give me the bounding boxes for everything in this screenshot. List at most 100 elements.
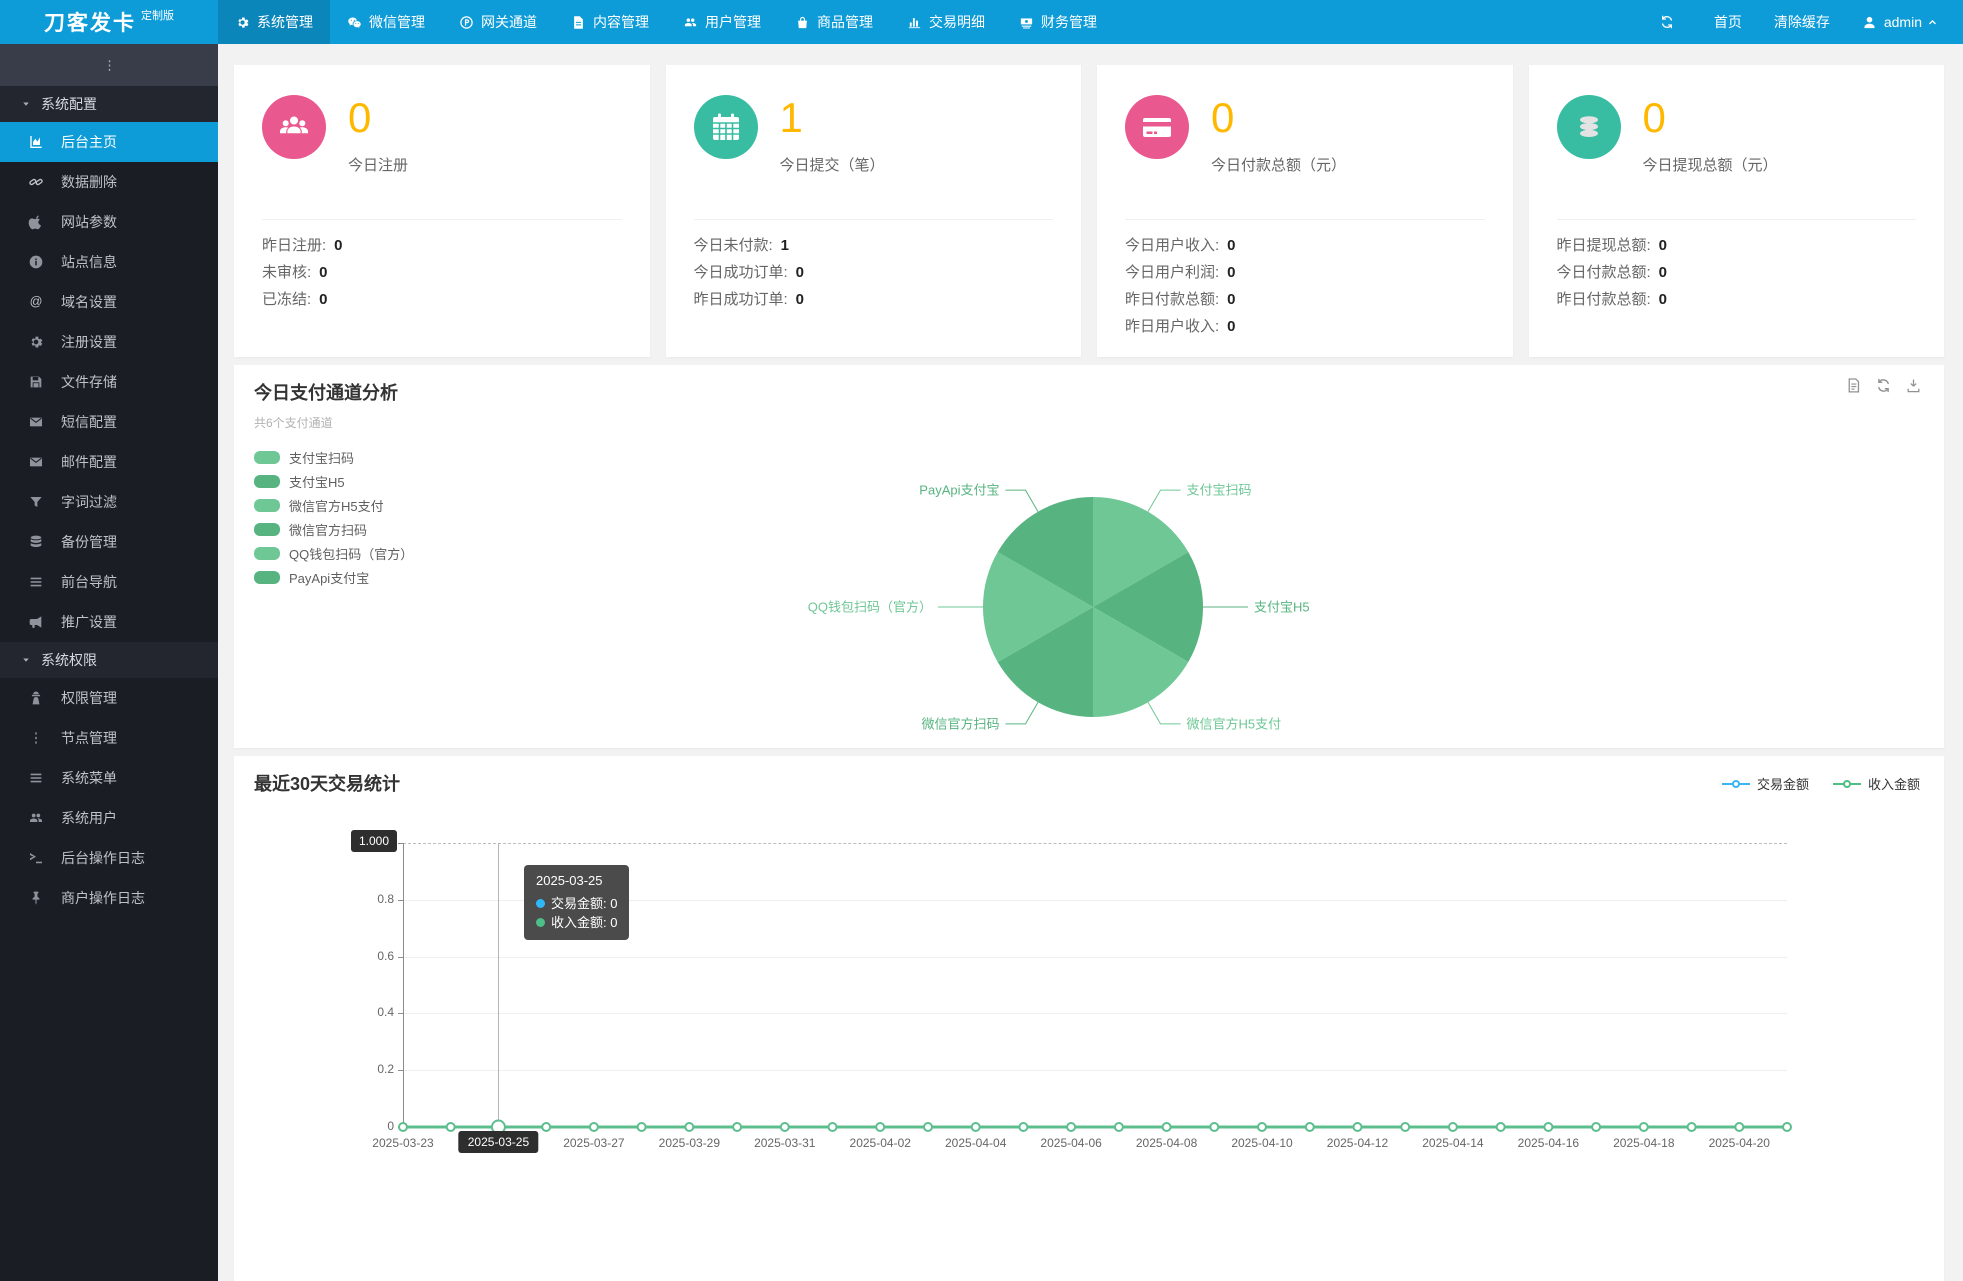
sidebar-item-system-menu[interactable]: 系统菜单 (0, 758, 218, 798)
stat-label: 今日提交（笔） (779, 157, 885, 174)
tab-finance[interactable]: 财务管理 (1002, 0, 1114, 44)
stat-label: 今日注册 (348, 157, 409, 174)
chart-tooltip: 2025-03-25 交易金额: 0 收入金额: 0 (524, 865, 630, 940)
data-point[interactable] (827, 1122, 838, 1132)
user-icon (1862, 15, 1877, 30)
data-point[interactable] (1018, 1122, 1029, 1132)
bars-icon (28, 770, 44, 786)
home-link[interactable]: 首页 (1698, 0, 1758, 44)
sidebar-item-node-management[interactable]: 节点管理 (0, 718, 218, 758)
sidebar-item-label: 后台主页 (61, 134, 117, 150)
stat-label: 今日提现总额（元） (1642, 157, 1778, 174)
sidebar-group-system-permission[interactable]: 系统权限 (0, 642, 218, 678)
data-point[interactable] (923, 1122, 933, 1132)
data-point[interactable] (875, 1122, 886, 1132)
data-point[interactable] (1161, 1122, 1172, 1132)
sidebar-item-backup-management[interactable]: 备份管理 (0, 522, 218, 562)
sidebar-group-system-config[interactable]: 系统配置 (0, 86, 218, 122)
data-view-icon[interactable] (1845, 377, 1862, 394)
sidebar-item-front-nav[interactable]: 前台导航 (0, 562, 218, 602)
clear-cache-button[interactable]: 清除缓存 (1758, 0, 1846, 44)
data-point[interactable] (541, 1122, 552, 1132)
sidebar-item-site-params[interactable]: 网站参数 (0, 202, 218, 242)
data-point[interactable] (1447, 1122, 1458, 1132)
refresh-button[interactable] (1643, 0, 1698, 44)
data-point[interactable] (1352, 1122, 1363, 1132)
sidebar-collapse-strip[interactable] (0, 44, 218, 86)
sidebar-item-merchant-operation-log[interactable]: 商户操作日志 (0, 878, 218, 918)
x-axis-label: 2025-04-10 (1231, 1136, 1293, 1150)
download-icon[interactable] (1905, 377, 1922, 394)
data-point[interactable] (445, 1122, 456, 1132)
sidebar-item-dashboard-home[interactable]: 后台主页 (0, 122, 218, 162)
trade-stats-panel: 最近30天交易统计 交易金额 收入金额 0.8 0.6 0.4 0.2 0 1.… (234, 756, 1944, 1281)
data-point[interactable] (1591, 1122, 1602, 1132)
panel-title: 最近30天交易统计 (254, 774, 401, 794)
panel-subtitle: 共6个支付通道 (254, 416, 333, 430)
refresh-icon[interactable] (1875, 377, 1892, 394)
data-point[interactable] (636, 1122, 647, 1132)
sidebar-item-site-info[interactable]: 站点信息 (0, 242, 218, 282)
data-point[interactable] (970, 1122, 981, 1132)
sidebar-item-sms-config[interactable]: 短信配置 (0, 402, 218, 442)
tab-wechat[interactable]: 微信管理 (330, 0, 442, 44)
data-point[interactable] (1400, 1122, 1411, 1132)
data-point[interactable] (1209, 1122, 1220, 1132)
sidebar-item-label: 数据删除 (61, 174, 117, 190)
legend-item-income-amount[interactable]: 收入金额 (1832, 774, 1920, 793)
main-nav: 系统管理 微信管理 网关通道 内容管理 用户管理 商品管理 交易明细 财务管理 (218, 0, 1114, 44)
legend-item[interactable]: 支付宝H5 (254, 469, 1924, 493)
data-point[interactable] (1113, 1122, 1124, 1132)
stat-card-today-payment: 0 今日付款总额（元） 今日用户收入: 0 今日用户利润: 0 昨日付款总额: 0 昨… (1097, 65, 1513, 357)
legend-line (1832, 779, 1861, 788)
data-point[interactable] (1495, 1122, 1506, 1132)
tab-trade[interactable]: 交易明细 (890, 0, 1002, 44)
sidebar-item-file-storage[interactable]: 文件存储 (0, 362, 218, 402)
caret-down-icon (20, 98, 32, 110)
tooltip-date: 2025-03-25 (536, 873, 603, 888)
data-point[interactable] (1686, 1122, 1697, 1132)
sidebar-item-system-users[interactable]: 系统用户 (0, 798, 218, 838)
stat-row: 昨日成功订单: 0 (693, 291, 805, 308)
sidebar-item-mail-config[interactable]: 邮件配置 (0, 442, 218, 482)
legend-item-trade-amount[interactable]: 交易金额 (1721, 774, 1809, 793)
pie-label: 支付宝H5 (1254, 600, 1310, 615)
legend-label: 支付宝H5 (289, 474, 345, 490)
tab-system[interactable]: 系统管理 (218, 0, 330, 44)
data-point[interactable] (732, 1122, 743, 1132)
username: admin (1883, 14, 1922, 30)
legend-item[interactable]: 支付宝扫码 (254, 445, 1924, 469)
tab-goods[interactable]: 商品管理 (778, 0, 890, 44)
tooltip-row: 收入金额: 0 (536, 913, 617, 932)
sidebar-item-data-delete[interactable]: 数据删除 (0, 162, 218, 202)
data-point[interactable] (1734, 1122, 1745, 1132)
data-point[interactable] (398, 1122, 408, 1132)
sidebar-item-domain-settings[interactable]: 域名设置 (0, 282, 218, 322)
data-point[interactable] (588, 1122, 599, 1132)
data-point[interactable] (684, 1122, 695, 1132)
data-point[interactable] (1543, 1122, 1554, 1132)
data-point[interactable] (1638, 1122, 1649, 1132)
sidebar-item-register-settings[interactable]: 注册设置 (0, 322, 218, 362)
data-point[interactable] (1066, 1122, 1077, 1132)
sidebar-item-admin-operation-log[interactable]: 后台操作日志 (0, 838, 218, 878)
ellipsis-v-icon (28, 730, 44, 746)
app-logo[interactable]: 刀客发卡 定制版 (0, 0, 218, 44)
data-point[interactable] (779, 1122, 790, 1132)
x-axis-label: 2025-03-29 (658, 1136, 721, 1150)
tab-content[interactable]: 内容管理 (554, 0, 666, 44)
y-axis-label: 0.8 (377, 891, 394, 906)
data-point[interactable] (1782, 1122, 1792, 1132)
clear-cache-label: 清除缓存 (1773, 14, 1830, 30)
user-menu[interactable]: admin (1846, 0, 1955, 44)
sidebar-item-word-filter[interactable]: 字词过滤 (0, 482, 218, 522)
sidebar-item-label: 后台操作日志 (61, 850, 145, 866)
data-point[interactable] (1257, 1122, 1267, 1132)
app-edition-badge: 定制版 (141, 10, 174, 22)
tab-user[interactable]: 用户管理 (666, 0, 778, 44)
tab-gateway[interactable]: 网关通道 (442, 0, 554, 44)
tab-label: 系统管理 (257, 14, 313, 30)
sidebar-item-permission-management[interactable]: 权限管理 (0, 678, 218, 718)
data-point[interactable] (1304, 1122, 1315, 1132)
sidebar-item-promotion-settings[interactable]: 推广设置 (0, 602, 218, 642)
